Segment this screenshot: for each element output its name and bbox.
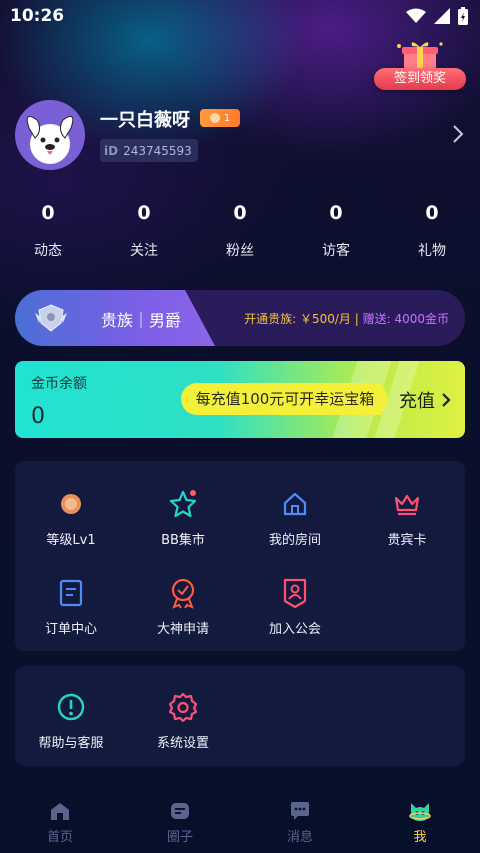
grid-item-master-apply[interactable]: 大神申请 [127,576,239,637]
tab-messages[interactable]: 消息 [240,790,360,853]
grid-item-label: 帮助与客服 [38,736,104,751]
nobility-promo: 开通贵族: ￥500/月 | 赠送: 4000金币 [244,310,449,327]
level-badge-value: 1 [223,112,231,124]
stat-gifts[interactable]: 0 礼物 [384,202,480,260]
stat-value: 0 [137,202,151,224]
grid-item-label: 大神申请 [156,622,209,637]
lucky-box-promo: 每充值100元可开幸运宝箱 [181,383,389,415]
grid-item-label: 系统设置 [156,736,209,751]
stat-value: 0 [425,202,439,224]
coin-balance-card: 金币余额 0 每充值100元可开幸运宝箱 充值 [15,361,465,438]
bottom-tab-bar: 首页 圈子 消息 我 [0,790,480,853]
stat-label: 礼物 [418,243,446,259]
gift-box-icon [397,42,443,70]
grid-item-label: 加入公会 [268,622,321,637]
grid-item-label: 贵宾卡 [387,533,427,548]
user-id-value: 243745593 [123,143,192,158]
stat-visitors[interactable]: 0 访客 [288,202,384,260]
stat-label: 粉丝 [226,243,254,259]
tab-label: 消息 [286,830,313,845]
stat-value: 0 [329,202,343,224]
stat-label: 访客 [322,243,350,259]
tab-label: 首页 [46,830,73,845]
home-icon [283,492,307,516]
avatar-dog-image [26,115,74,164]
stat-fans[interactable]: 0 粉丝 [192,202,288,260]
nobility-promo-price: 开通贵族: ￥500/月 [244,312,351,326]
recharge-label: 充值 [399,391,435,412]
grid-item-label: BB集市 [161,533,205,548]
grid-item-join-guild[interactable]: 加入公会 [239,576,351,637]
home-tab-icon [51,803,69,820]
nobility-promo-gift: 赠送: 4000金币 [362,312,449,326]
nobility-promo-separator: | [350,312,363,326]
tab-circle[interactable]: 圈子 [120,790,240,853]
grid-item-market[interactable]: BB集市 [127,487,239,548]
sign-in-reward-label: 签到领奖 [374,68,466,90]
tab-label: 圈子 [166,830,193,845]
tab-home[interactable]: 首页 [0,790,120,853]
settings-gear-icon [168,692,198,722]
grid-item-label: 我的房间 [268,533,321,548]
user-id: iD 243745593 [100,139,198,162]
tab-label: 我 [413,830,427,845]
stat-value: 0 [41,202,55,224]
sign-in-reward-button[interactable]: 签到领奖 [374,42,466,90]
grid-item-level[interactable]: 等级Lv1 [15,487,127,548]
grid-item-orders[interactable]: 订单中心 [15,576,127,637]
tab-me[interactable]: 我 [360,790,480,853]
avatar[interactable] [15,100,85,170]
message-tab-icon [291,802,309,820]
chevron-right-icon [442,393,451,407]
baron-shield-icon [35,304,67,332]
grid-item-vip-card[interactable]: 贵宾卡 [351,487,463,548]
username: 一只白薇呀 [100,110,190,131]
medal-icon [171,578,195,609]
stat-label: 关注 [130,243,158,259]
grid-item-help[interactable]: 帮助与客服 [15,690,127,751]
grid-item-label: 等级Lv1 [46,533,96,548]
stat-following[interactable]: 0 关注 [96,202,192,260]
id-tag: iD [104,143,119,158]
status-icons [406,7,468,25]
grid-item-my-room[interactable]: 我的房间 [239,487,351,548]
nobility-banner[interactable]: 贵族｜男爵 开通贵族: ￥500/月 | 赠送: 4000金币 [15,290,465,346]
wifi-icon [406,8,426,23]
stat-posts[interactable]: 0 动态 [0,202,96,260]
stat-label: 动态 [34,243,62,259]
level-coin-icon [61,494,81,514]
level-badge: 1 [200,109,240,127]
circle-tab-icon [171,803,189,819]
help-icon [57,693,85,721]
recharge-button[interactable]: 充值 [399,387,451,413]
chevron-right-icon[interactable] [452,124,464,144]
stats-row: 0 动态 0 关注 0 粉丝 0 访客 0 礼物 [0,202,480,260]
guild-icon [283,578,307,609]
order-icon [59,579,83,607]
coin-balance-value: 0 [31,404,45,429]
coin-balance-title: 金币余额 [31,376,87,392]
signal-icon [434,8,450,24]
level-coin-small-icon [209,113,220,123]
grid-item-label: 订单中心 [44,622,97,637]
battery-icon [458,7,468,25]
stat-value: 0 [233,202,247,224]
crown-icon [394,494,420,516]
status-time: 10:26 [10,6,65,26]
grid-item-settings[interactable]: 系统设置 [127,690,239,751]
me-tab-icon [409,803,431,821]
star-market-icon [169,490,197,518]
nobility-title: 贵族｜男爵 [101,311,182,330]
